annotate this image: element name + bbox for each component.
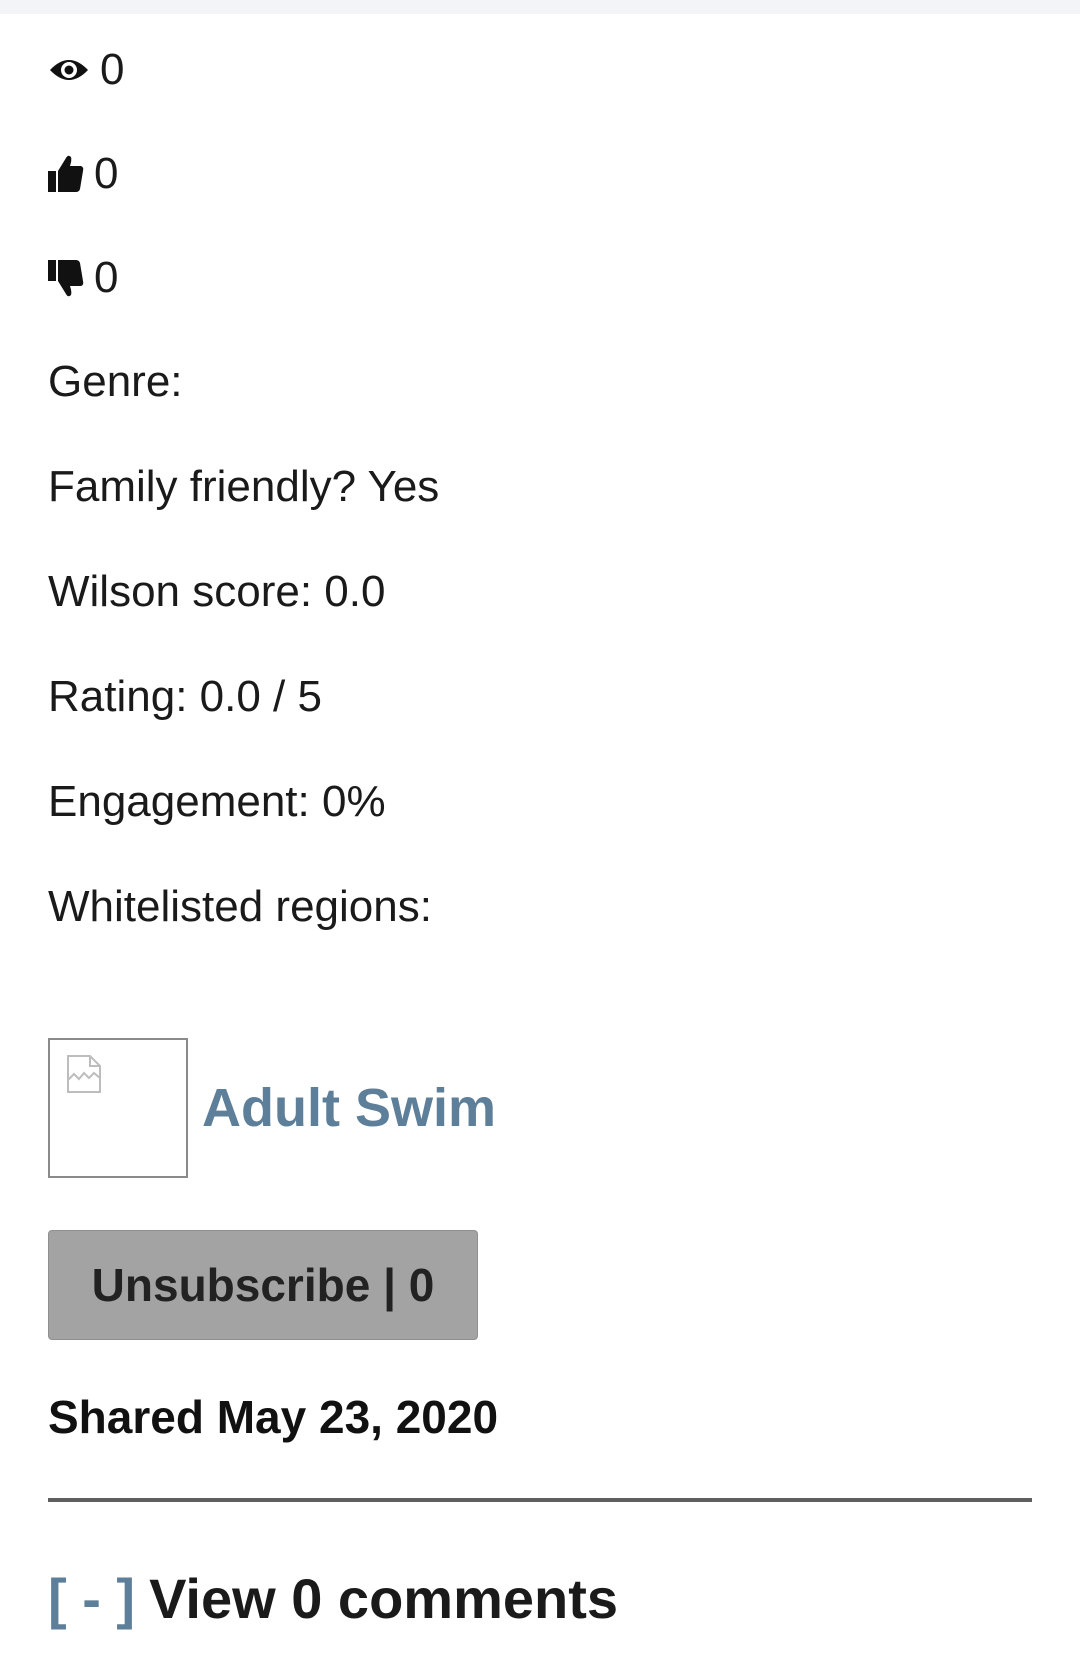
top-bar: [0, 0, 1080, 14]
views-stat: 0: [48, 44, 124, 96]
unsubscribe-button[interactable]: Unsubscribe | 0: [48, 1230, 478, 1340]
thumbs-up-icon[interactable]: [48, 154, 84, 194]
views-count: 0: [100, 45, 125, 94]
comments-toggle[interactable]: [ - ]: [48, 1567, 135, 1630]
rating-label: Rating: 0.0 / 5: [48, 672, 322, 721]
divider: [48, 1498, 1032, 1502]
channel-info: Adult Swim: [48, 1038, 496, 1178]
channel-thumbnail[interactable]: [48, 1038, 188, 1178]
shared-date: Shared May 23, 2020: [48, 1391, 499, 1443]
genre-label: Genre:: [48, 357, 183, 406]
thumbs-down-icon[interactable]: [48, 258, 84, 298]
family-friendly-label: Family friendly? Yes: [48, 462, 440, 511]
likes-count: 0: [94, 149, 119, 198]
likes-stat: 0: [48, 148, 118, 200]
channel-name-link[interactable]: Adult Swim: [202, 1077, 496, 1139]
dislikes-stat: 0: [48, 252, 118, 304]
wilson-score-label: Wilson score: 0.0: [48, 567, 386, 616]
eye-icon: [48, 56, 90, 84]
engagement-label: Engagement: 0%: [48, 777, 386, 826]
whitelisted-regions-label: Whitelisted regions:: [48, 882, 432, 931]
dislikes-count: 0: [94, 253, 119, 302]
view-comments-label[interactable]: View 0 comments: [149, 1567, 618, 1630]
comments-header[interactable]: [ - ] View 0 comments: [48, 1566, 618, 1631]
